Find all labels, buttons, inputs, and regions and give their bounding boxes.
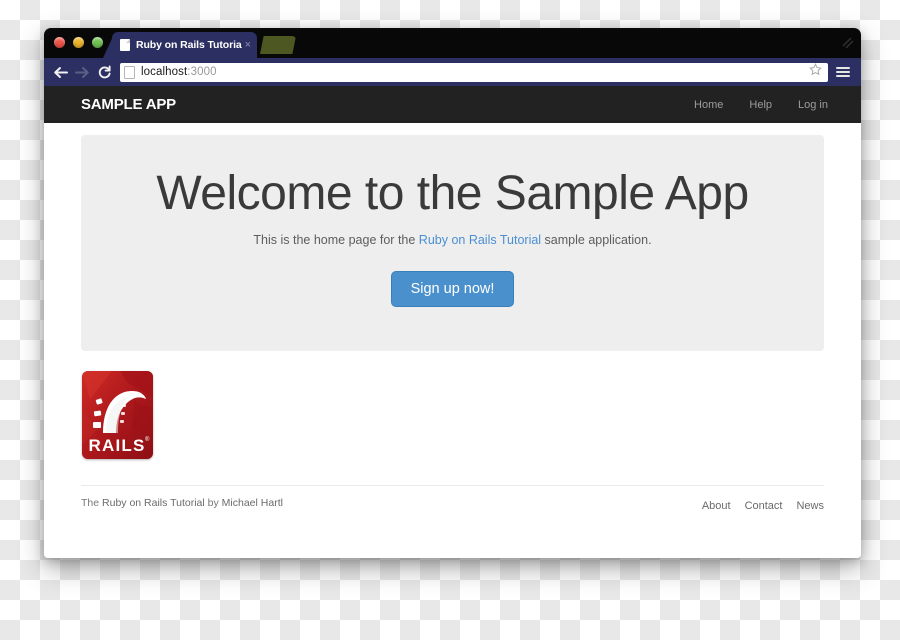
menu-line <box>836 75 850 77</box>
browser-toolbar: localhost:3000 <box>44 58 861 86</box>
tab-title-main: Ruby on Rails Tutorial <box>136 39 242 51</box>
tab-title: Ruby on Rails Tutorial Sam <box>136 39 242 51</box>
close-tab-button[interactable]: × <box>245 39 251 51</box>
star-icon[interactable] <box>809 63 822 81</box>
footer-credit: The Ruby on Rails Tutorial by Michael Ha… <box>81 497 283 509</box>
nav-link-home[interactable]: Home <box>694 99 723 111</box>
site-footer: The Ruby on Rails Tutorial by Michael Ha… <box>81 485 824 512</box>
menu-line <box>836 71 850 73</box>
tutorial-link[interactable]: Ruby on Rails Tutorial <box>419 233 541 247</box>
footer-link-contact[interactable]: Contact <box>745 500 783 512</box>
browser-tab-background[interactable] <box>260 36 296 54</box>
footer-link-about[interactable]: About <box>702 500 731 512</box>
footer-tutorial-link[interactable]: Ruby on Rails Tutorial <box>102 497 205 509</box>
logo-container: RAILS ® <box>44 351 861 459</box>
footer-text-before: The <box>81 497 103 509</box>
jumbotron: Welcome to the Sample App This is the ho… <box>81 135 824 351</box>
window-resize-corner-icon <box>841 36 855 50</box>
rails-trademark: ® <box>145 436 150 443</box>
rails-wordmark: RAILS <box>89 436 146 455</box>
footer-author-link[interactable]: Michael Hartl <box>222 497 283 509</box>
page-subtitle: This is the home page for the Ruby on Ra… <box>101 233 804 247</box>
hamburger-menu-icon[interactable] <box>834 63 852 81</box>
window-controls <box>54 37 103 48</box>
address-bar-text: localhost:3000 <box>141 66 809 78</box>
subtitle-text-after: sample application. <box>541 233 652 248</box>
browser-tab-active[interactable]: Ruby on Rails Tutorial Sam × <box>112 32 257 58</box>
page-title: Welcome to the Sample App <box>156 167 749 220</box>
maximize-window-button[interactable] <box>92 37 103 48</box>
footer-link-news[interactable]: News <box>796 500 824 512</box>
nav-link-help[interactable]: Help <box>749 99 772 111</box>
reload-icon[interactable] <box>94 62 114 82</box>
url-port: :3000 <box>187 66 217 78</box>
subtitle-text-before: This is the home page for the <box>253 233 419 248</box>
rails-logo[interactable]: RAILS ® <box>82 371 153 459</box>
minimize-window-button[interactable] <box>73 37 84 48</box>
page-icon <box>120 39 130 51</box>
back-arrow-icon[interactable] <box>50 62 70 82</box>
browser-window: Ruby on Rails Tutorial Sam × <box>44 28 861 558</box>
footer-text-middle: by <box>204 497 222 509</box>
signup-button[interactable]: Sign up now! <box>390 271 515 308</box>
forward-arrow-icon[interactable] <box>72 62 92 82</box>
footer-nav: About Contact News <box>702 497 824 512</box>
site-nav: Home Help Log in <box>694 99 828 111</box>
browser-tab-strip: Ruby on Rails Tutorial Sam × <box>44 28 861 58</box>
page-viewport: SAMPLE APP Home Help Log in Welcome to t… <box>44 86 861 558</box>
page-icon <box>124 65 135 79</box>
address-bar[interactable]: localhost:3000 <box>120 62 828 82</box>
rails-logo-artwork: RAILS ® <box>82 371 153 459</box>
url-host: localhost <box>141 66 188 78</box>
site-header: SAMPLE APP Home Help Log in <box>44 86 861 123</box>
menu-line <box>836 67 850 69</box>
close-window-button[interactable] <box>54 37 65 48</box>
nav-link-login[interactable]: Log in <box>798 99 828 111</box>
site-brand[interactable]: SAMPLE APP <box>81 96 176 113</box>
